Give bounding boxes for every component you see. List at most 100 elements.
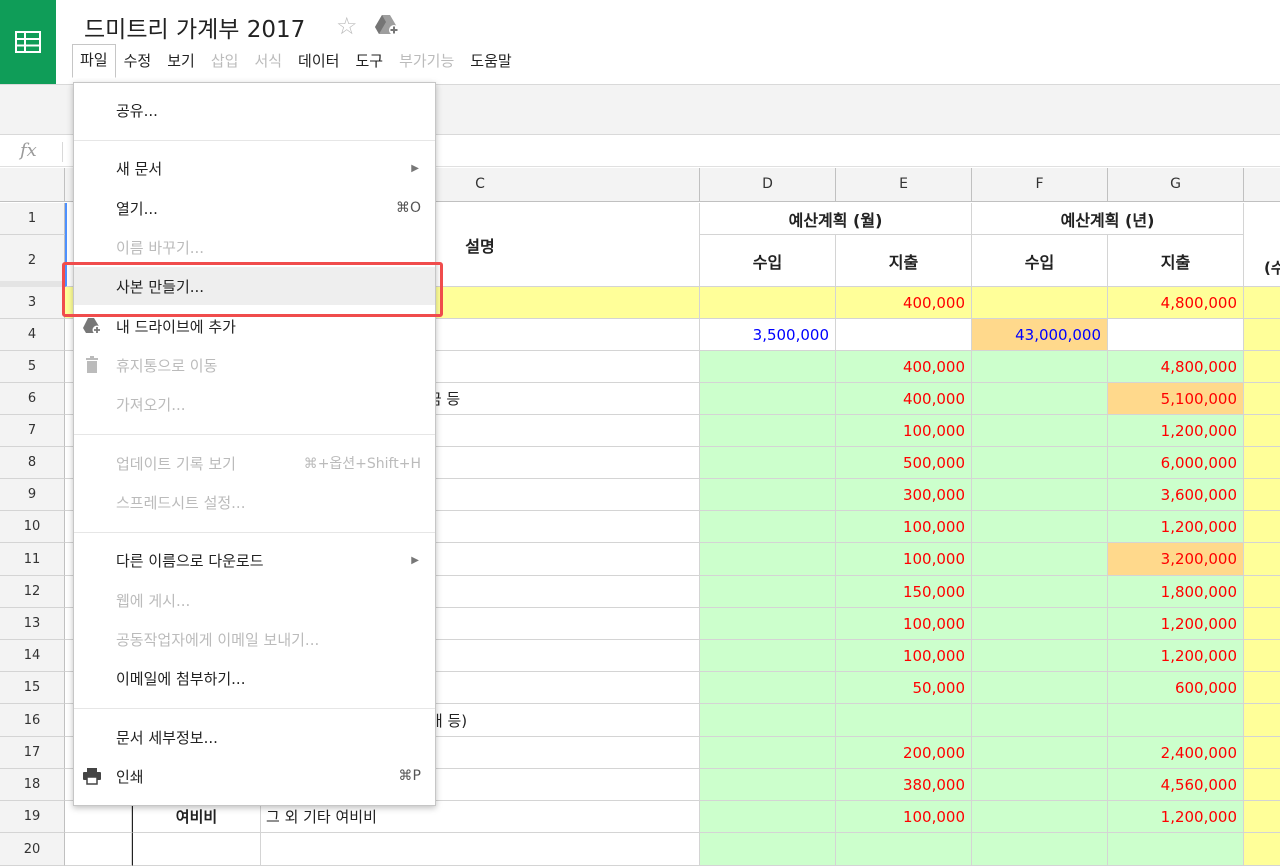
row-header-17[interactable]: 17: [0, 737, 65, 769]
cell-H17[interactable]: [1244, 737, 1280, 769]
cell-D19[interactable]: [700, 801, 836, 833]
file-menu-item-13[interactable]: 이메일에 첨부하기...: [74, 659, 435, 697]
cell-G5[interactable]: 4,800,000: [1108, 351, 1244, 383]
cell-F18[interactable]: [972, 769, 1108, 801]
cell-E12[interactable]: 150,000: [836, 576, 972, 608]
file-menu-item-15[interactable]: 인쇄 ⌘P: [74, 757, 435, 795]
file-menu-item-0[interactable]: 공유...: [74, 91, 435, 129]
cell-G19[interactable]: 1,200,000: [1108, 801, 1244, 833]
header-yearly-income[interactable]: 수입: [972, 235, 1108, 287]
cell-G20[interactable]: [1108, 833, 1244, 866]
cell-H20[interactable]: [1244, 833, 1280, 866]
header-monthly-budget[interactable]: 예산계획 (월): [700, 203, 972, 235]
cell-E18[interactable]: 380,000: [836, 769, 972, 801]
column-header-E[interactable]: E: [836, 168, 972, 202]
cell-D13[interactable]: [700, 608, 836, 640]
cell-G11[interactable]: 3,200,000: [1108, 543, 1244, 576]
column-header-D[interactable]: D: [700, 168, 836, 202]
cell-H16[interactable]: [1244, 704, 1280, 737]
cell-G3[interactable]: 4,800,000: [1108, 287, 1244, 319]
cell-F15[interactable]: [972, 672, 1108, 704]
cell-D20[interactable]: [700, 833, 836, 866]
row-header-19[interactable]: 19: [0, 801, 65, 833]
cell-G6[interactable]: 5,100,000: [1108, 383, 1244, 415]
cell-F5[interactable]: [972, 351, 1108, 383]
cell-D7[interactable]: [700, 415, 836, 447]
cell-F19[interactable]: [972, 801, 1108, 833]
row-header-8[interactable]: 8: [0, 447, 65, 479]
cell-E11[interactable]: 100,000: [836, 543, 972, 576]
cell-G17[interactable]: 2,400,000: [1108, 737, 1244, 769]
cell-H18[interactable]: [1244, 769, 1280, 801]
file-menu-item-5[interactable]: 내 드라이브에 추가: [74, 307, 435, 345]
cell-D18[interactable]: [700, 769, 836, 801]
cell-G10[interactable]: 1,200,000: [1108, 511, 1244, 543]
row-header-9[interactable]: 9: [0, 479, 65, 511]
cell-H6[interactable]: [1244, 383, 1280, 415]
column-header-F[interactable]: F: [972, 168, 1108, 202]
column-header-G[interactable]: G: [1108, 168, 1244, 202]
cell-G8[interactable]: 6,000,000: [1108, 447, 1244, 479]
header-monthly-income[interactable]: 수입: [700, 235, 836, 287]
cell-G7[interactable]: 1,200,000: [1108, 415, 1244, 447]
cell-H12[interactable]: [1244, 576, 1280, 608]
menu-0[interactable]: 파일: [72, 44, 116, 78]
cell-G12[interactable]: 1,800,000: [1108, 576, 1244, 608]
cell-H5[interactable]: [1244, 351, 1280, 383]
row-header-4[interactable]: 4: [0, 319, 65, 351]
cell-D15[interactable]: [700, 672, 836, 704]
cell-F20[interactable]: [972, 833, 1108, 866]
cell-H4[interactable]: [1244, 319, 1280, 351]
cell-E15[interactable]: 50,000: [836, 672, 972, 704]
cell-E3[interactable]: 400,000: [836, 287, 972, 319]
cell-E17[interactable]: 200,000: [836, 737, 972, 769]
row-header-14[interactable]: 14: [0, 640, 65, 672]
row-header-1[interactable]: 1: [0, 203, 65, 235]
cell-G13[interactable]: 1,200,000: [1108, 608, 1244, 640]
cell-H10[interactable]: [1244, 511, 1280, 543]
cell-F13[interactable]: [972, 608, 1108, 640]
cell-D11[interactable]: [700, 543, 836, 576]
cell-F4[interactable]: 43,000,000: [972, 319, 1108, 351]
cell-H3[interactable]: [1244, 287, 1280, 319]
cell-E7[interactable]: 100,000: [836, 415, 972, 447]
file-menu-item-1[interactable]: 새 문서 ▶: [74, 149, 435, 187]
cell-E6[interactable]: 400,000: [836, 383, 972, 415]
cell-F7[interactable]: [972, 415, 1108, 447]
cell-D17[interactable]: [700, 737, 836, 769]
row-header-2[interactable]: 2: [0, 235, 65, 287]
file-menu-item-4[interactable]: 사본 만들기...: [74, 267, 435, 305]
row-header-10[interactable]: 10: [0, 511, 65, 543]
header-yearly-budget[interactable]: 예산계획 (년): [972, 203, 1244, 235]
cell-G16[interactable]: [1108, 704, 1244, 737]
cell-C20[interactable]: [261, 833, 700, 866]
cell-G15[interactable]: 600,000: [1108, 672, 1244, 704]
row-header-3[interactable]: 3: [0, 287, 65, 319]
file-menu-item-2[interactable]: 열기... ⌘O: [74, 189, 435, 227]
cell-H9[interactable]: [1244, 479, 1280, 511]
cell-G4[interactable]: [1108, 319, 1244, 351]
row-header-5[interactable]: 5: [0, 351, 65, 383]
cell-H8[interactable]: [1244, 447, 1280, 479]
cell-H14[interactable]: [1244, 640, 1280, 672]
cell-E19[interactable]: 100,000: [836, 801, 972, 833]
row-header-7[interactable]: 7: [0, 415, 65, 447]
cell-F9[interactable]: [972, 479, 1108, 511]
row-header-20[interactable]: 20: [0, 833, 65, 866]
cell-F14[interactable]: [972, 640, 1108, 672]
cell-D16[interactable]: [700, 704, 836, 737]
header-monthly-expense[interactable]: 지출: [836, 235, 972, 287]
cell-E9[interactable]: 300,000: [836, 479, 972, 511]
cell-F17[interactable]: [972, 737, 1108, 769]
cell-E5[interactable]: 400,000: [836, 351, 972, 383]
cell-F12[interactable]: [972, 576, 1108, 608]
file-menu-item-14[interactable]: 문서 세부정보...: [74, 718, 435, 756]
row-header-18[interactable]: 18: [0, 769, 65, 801]
cell-D8[interactable]: [700, 447, 836, 479]
cell-H7[interactable]: [1244, 415, 1280, 447]
cell-H13[interactable]: [1244, 608, 1280, 640]
row-header-12[interactable]: 12: [0, 576, 65, 608]
cell-E4[interactable]: [836, 319, 972, 351]
cell-E16[interactable]: [836, 704, 972, 737]
cell-F16[interactable]: [972, 704, 1108, 737]
